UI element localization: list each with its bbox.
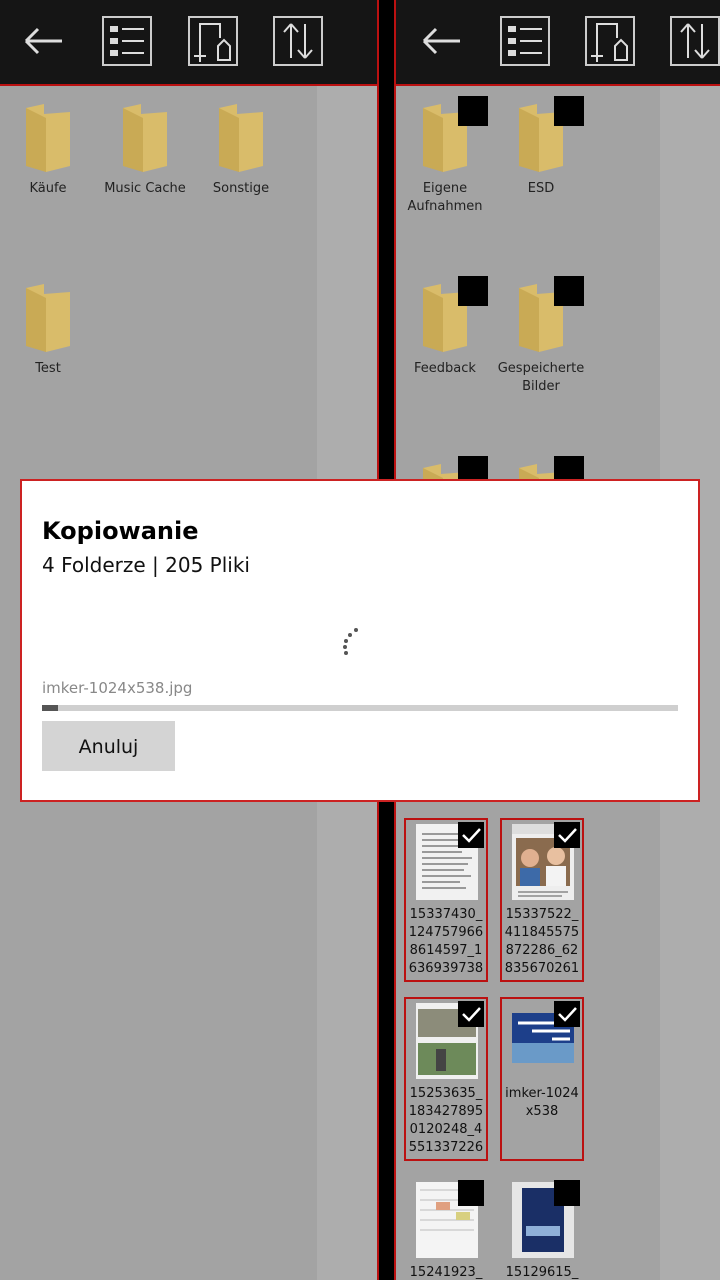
list-view-icon[interactable]	[500, 16, 550, 66]
new-folder-icon[interactable]	[585, 16, 635, 66]
file-name: 15253635_1834278950120248_45513372262084…	[408, 1086, 484, 1155]
folder-icon	[219, 104, 263, 172]
checkmark-icon[interactable]	[554, 822, 580, 848]
folder-label: Eigene Aufnahmen	[407, 181, 483, 214]
file-tile[interactable]: 15253635_1834278950120248_45513372262084…	[404, 997, 488, 1161]
folder-icon	[26, 284, 70, 352]
back-arrow-icon[interactable]	[416, 16, 466, 66]
folder-item[interactable]: Music Cache	[97, 104, 193, 198]
checkmark-icon[interactable]	[458, 822, 484, 848]
folder-icon	[123, 104, 167, 172]
selection-checkbox[interactable]	[554, 96, 584, 126]
selection-checkbox[interactable]	[458, 276, 488, 306]
list-view-icon[interactable]	[102, 16, 152, 66]
back-arrow-icon[interactable]	[18, 16, 68, 66]
folder-label: Feedback	[414, 361, 476, 376]
selection-checkbox[interactable]	[458, 96, 488, 126]
loading-spinner-icon	[340, 627, 364, 659]
folder-item[interactable]: Sonstige	[193, 104, 289, 198]
checkmark-icon[interactable]	[554, 1001, 580, 1027]
new-folder-icon[interactable]	[188, 16, 238, 66]
file-tile[interactable]: 15337522_411845575872286_628356702618486…	[500, 818, 584, 982]
left-toolbar	[0, 0, 377, 86]
file-name: 15241923_53	[409, 1265, 483, 1280]
file-tile[interactable]: 15129615_10	[500, 1176, 584, 1280]
progress-bar	[42, 705, 678, 711]
progress-bar-fill	[42, 705, 58, 711]
folder-label: Test	[35, 361, 61, 376]
file-name: 15337522_411845575872286_628356702618486…	[504, 907, 580, 976]
file-tile[interactable]: imker-1024x538	[500, 997, 584, 1161]
sort-icon[interactable]	[670, 16, 720, 66]
folder-item[interactable]: Käufe	[0, 104, 96, 198]
dialog-subtitle: 4 Folderze | 205 Pliki	[42, 553, 250, 577]
sort-icon[interactable]	[273, 16, 323, 66]
dialog-title: Kopiowanie	[42, 517, 199, 545]
checkbox-icon[interactable]	[554, 1180, 580, 1206]
folder-label: Käufe	[29, 181, 67, 196]
file-tile[interactable]: 15337430_1247579668614597_16369397389564…	[404, 818, 488, 982]
folder-label: Sonstige	[212, 181, 270, 196]
file-name: 15129615_10	[505, 1265, 579, 1280]
checkmark-icon[interactable]	[458, 1001, 484, 1027]
file-name: 15337430_1247579668614597_16369397389564…	[408, 907, 484, 976]
selection-checkbox[interactable]	[554, 276, 584, 306]
copy-progress-dialog: Kopiowanie 4 Folderze | 205 Pliki imker-…	[20, 479, 700, 802]
cancel-button[interactable]: Anuluj	[42, 721, 175, 771]
folder-label: Gespeicherte Bilder	[497, 361, 585, 394]
file-name: imker-1024x538	[505, 1086, 579, 1119]
file-tile[interactable]: 15241923_53	[404, 1176, 488, 1280]
folder-label: ESD	[527, 181, 555, 196]
folder-label: Music Cache	[104, 181, 186, 196]
folder-item[interactable]: Test	[0, 284, 96, 378]
folder-icon	[26, 104, 70, 172]
current-file-name: imker-1024x538.jpg	[42, 679, 193, 697]
right-toolbar	[396, 0, 720, 86]
checkbox-icon[interactable]	[458, 1180, 484, 1206]
